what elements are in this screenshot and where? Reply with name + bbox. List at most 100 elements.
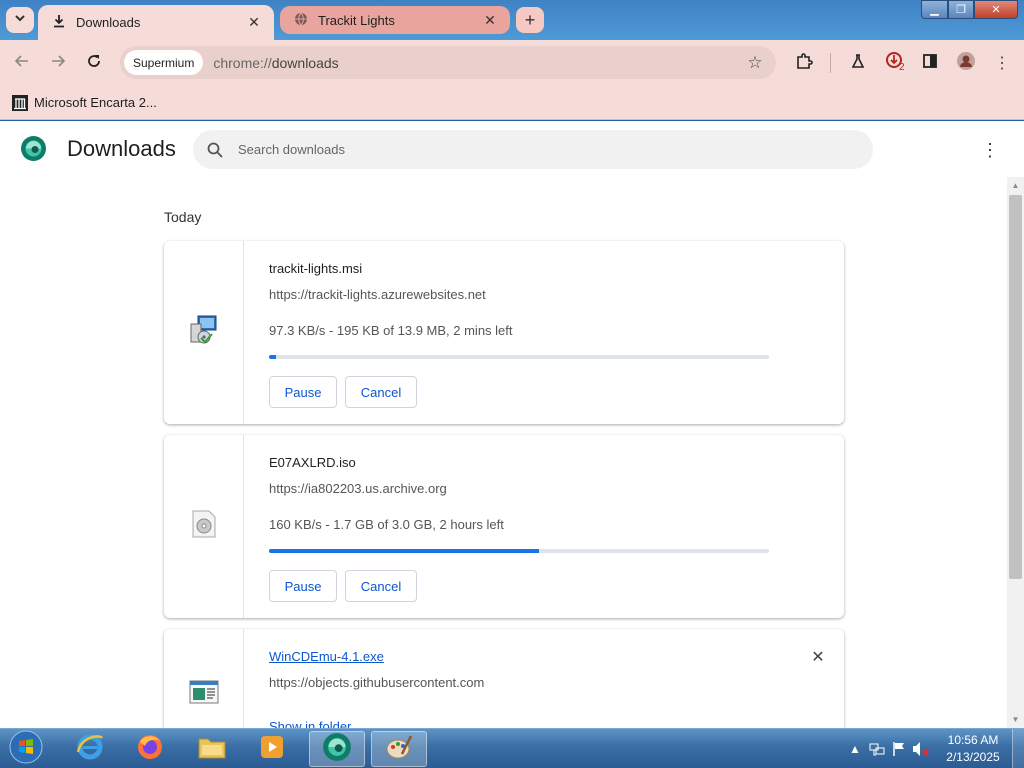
supermium-logo-icon — [20, 135, 47, 162]
page-header: Downloads ⋮ — [0, 121, 1024, 177]
minimize-button[interactable]: ▁ — [921, 0, 948, 19]
system-tray: ▲ 10:56 AM 2/13/2025 — [844, 729, 1024, 768]
page-scrollbar[interactable]: ▲ ▼ — [1007, 177, 1024, 728]
disc-image-icon — [191, 510, 217, 543]
tab-search-button[interactable] — [6, 7, 34, 33]
url-path: downloads — [271, 54, 339, 71]
more-vert-icon: ⋮ — [994, 55, 1010, 72]
globe-icon — [294, 12, 308, 29]
forward-button[interactable] — [43, 48, 73, 78]
window-controls: ▁ ❐ ✕ — [921, 0, 1018, 19]
taskbar-app-media-player[interactable] — [244, 731, 300, 767]
pause-button[interactable]: Pause — [269, 376, 337, 408]
file-icon-column — [164, 241, 244, 424]
close-window-button[interactable]: ✕ — [974, 0, 1018, 19]
scrollbar-thumb[interactable] — [1009, 195, 1022, 579]
action-center-flag-icon[interactable] — [888, 738, 910, 760]
download-item: E07AXLRD.iso https://ia802203.us.archive… — [164, 435, 844, 618]
taskbar-app-supermium[interactable] — [309, 731, 365, 767]
site-chip[interactable]: Supermium — [124, 50, 204, 75]
exe-window-icon — [189, 679, 219, 710]
bookmarks-bar: Microsoft Encarta 2... — [0, 86, 1024, 120]
downloads-badge: 2 — [899, 62, 905, 73]
puzzle-piece-icon — [795, 52, 813, 75]
windows-taskbar: ▲ 10:56 AM 2/13/2025 — [0, 728, 1024, 768]
file-icon-column — [164, 629, 244, 728]
search-icon — [206, 141, 224, 159]
clock-time: 10:56 AM — [947, 733, 999, 747]
taskbar-clock[interactable]: 10:56 AM 2/13/2025 — [938, 732, 1008, 766]
download-progress-fill — [269, 549, 539, 553]
download-icon — [52, 14, 66, 31]
clock-date: 2/13/2025 — [946, 750, 1000, 764]
date-section-label: Today — [164, 209, 202, 225]
search-box[interactable] — [193, 130, 873, 169]
tab-downloads[interactable]: Downloads ✕ — [38, 5, 274, 40]
bookmark-label: Microsoft Encarta 2... — [34, 95, 157, 110]
arrow-right-icon — [50, 53, 66, 74]
downloads-button[interactable]: 2 — [880, 48, 910, 78]
side-panel-icon — [922, 53, 938, 74]
url-text[interactable]: chrome://downloads — [213, 55, 740, 71]
page-title: Downloads — [67, 136, 176, 161]
browser-menu-button[interactable]: ⋮ — [987, 48, 1017, 78]
browser-toolbar: Supermium chrome://downloads ☆ 2 ⋮ — [0, 40, 1024, 86]
scroll-up-arrow-icon[interactable]: ▲ — [1007, 177, 1024, 194]
taskbar-app-internet-explorer[interactable] — [62, 731, 118, 767]
cancel-button[interactable]: Cancel — [345, 376, 417, 408]
download-source-url: https://trackit-lights.azurewebsites.net — [269, 287, 486, 302]
tab-trackit-lights[interactable]: Trackit Lights ✕ — [280, 6, 510, 34]
windows-start-orb-icon — [9, 730, 43, 768]
download-filename: trackit-lights.msi — [269, 261, 363, 276]
toolbar-divider — [830, 53, 831, 73]
taskbar-app-file-explorer[interactable] — [184, 731, 240, 767]
pause-button[interactable]: Pause — [269, 570, 337, 602]
extensions-button[interactable] — [789, 48, 819, 78]
download-filename-link[interactable]: WinCDEmu-4.1.exe — [269, 649, 384, 664]
firefox-icon — [135, 732, 165, 767]
show-desktop-button[interactable] — [1012, 729, 1024, 768]
close-tab-icon[interactable]: ✕ — [242, 11, 266, 35]
url-scheme: chrome:// — [213, 54, 272, 71]
supermium-icon — [322, 732, 352, 767]
download-filename: E07AXLRD.iso — [269, 455, 356, 470]
download-item: trackit-lights.msi https://trackit-light… — [164, 241, 844, 424]
bookmark-encarta[interactable]: Microsoft Encarta 2... — [12, 94, 157, 111]
arrow-left-icon — [14, 53, 30, 74]
taskbar-app-paint[interactable] — [371, 731, 427, 767]
labs-button[interactable] — [843, 48, 873, 78]
start-button[interactable] — [6, 730, 46, 768]
new-tab-button[interactable]: + — [516, 7, 544, 33]
file-icon-column — [164, 435, 244, 618]
reload-button[interactable] — [79, 48, 109, 78]
remove-from-list-button[interactable]: ✕ — [808, 647, 828, 667]
cancel-button[interactable]: Cancel — [345, 570, 417, 602]
back-button[interactable] — [7, 48, 37, 78]
download-source-url: https://ia802203.us.archive.org — [269, 481, 447, 496]
scroll-down-arrow-icon[interactable]: ▼ — [1007, 711, 1024, 728]
side-panel-button[interactable] — [915, 48, 945, 78]
address-bar[interactable]: Supermium chrome://downloads ☆ — [120, 46, 776, 79]
more-vert-icon: ⋮ — [981, 139, 999, 160]
download-source-url: https://objects.githubusercontent.com — [269, 675, 485, 690]
page-menu-button[interactable]: ⋮ — [976, 136, 1004, 164]
show-in-folder-link[interactable]: Show in folder — [269, 719, 351, 728]
search-input[interactable] — [238, 142, 838, 157]
download-progress-bar — [269, 549, 769, 553]
bookmark-star-icon[interactable]: ☆ — [740, 48, 770, 78]
volume-muted-icon[interactable] — [910, 738, 932, 760]
close-tab-icon[interactable]: ✕ — [478, 8, 502, 32]
profile-button[interactable] — [951, 48, 981, 78]
tab-title: Downloads — [76, 15, 141, 30]
maximize-button[interactable]: ❐ — [948, 0, 974, 19]
chevron-down-icon — [14, 11, 26, 29]
taskbar-app-firefox[interactable] — [122, 731, 178, 767]
download-item: WinCDEmu-4.1.exe https://objects.githubu… — [164, 629, 844, 728]
file-explorer-icon — [197, 733, 227, 766]
download-status: 160 KB/s - 1.7 GB of 3.0 GB, 2 hours lef… — [269, 517, 504, 532]
show-hidden-icons-arrow-icon[interactable]: ▲ — [844, 738, 866, 760]
download-status: 97.3 KB/s - 195 KB of 13.9 MB, 2 mins le… — [269, 323, 513, 338]
plus-icon: + — [524, 9, 536, 30]
media-player-icon — [258, 733, 286, 766]
network-icon[interactable] — [866, 738, 888, 760]
